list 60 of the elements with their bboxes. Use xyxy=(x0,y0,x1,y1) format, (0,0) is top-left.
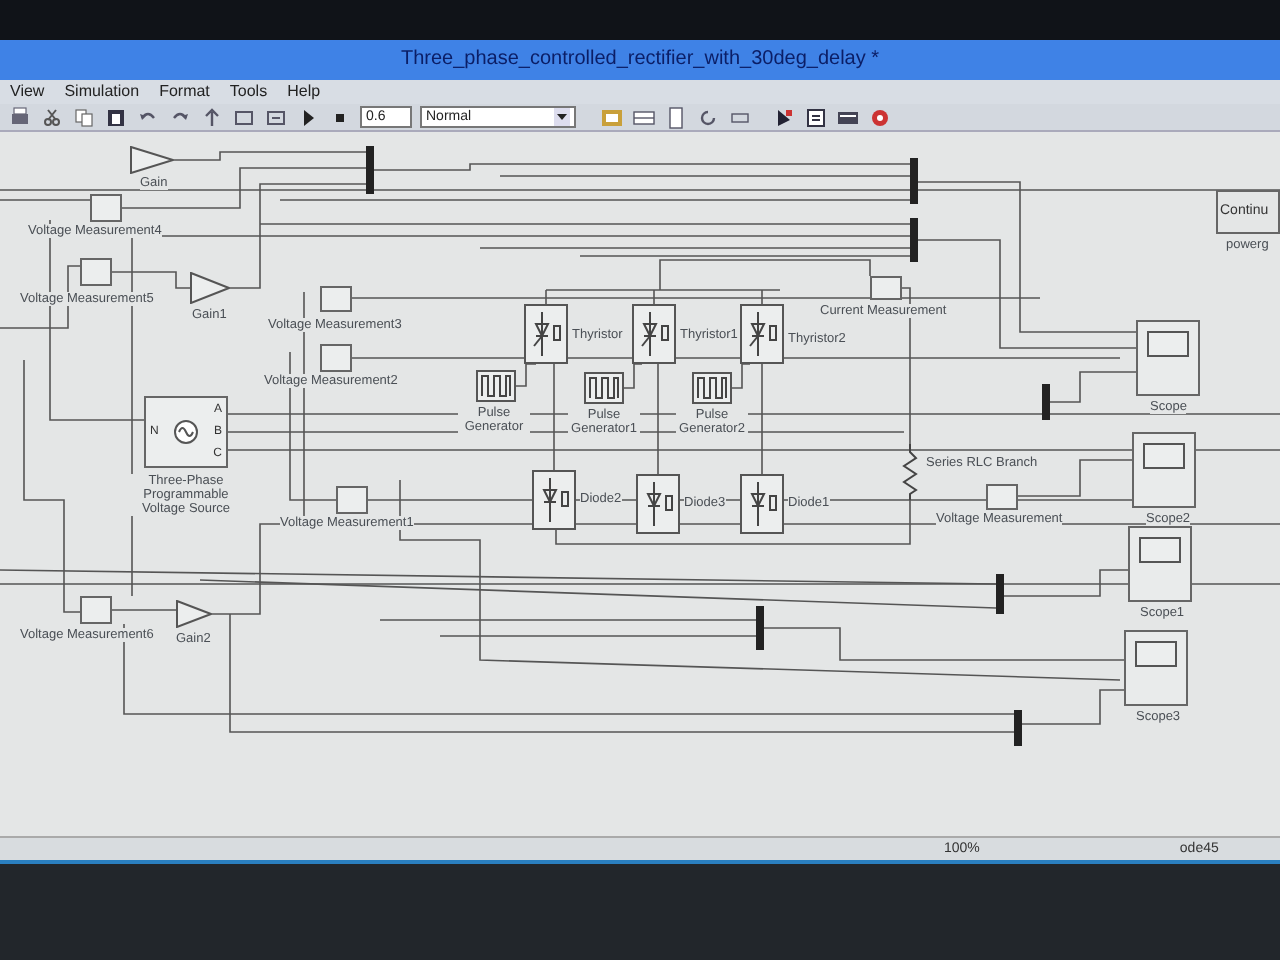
printer-icon[interactable] xyxy=(8,105,32,129)
pulse-generator-block xyxy=(476,370,516,402)
measurement-block xyxy=(320,286,352,312)
diode-block xyxy=(636,474,680,534)
menu-item[interactable]: Simulation xyxy=(54,80,150,104)
measurement-block xyxy=(870,276,902,300)
measurement-block xyxy=(80,596,112,624)
diode-block xyxy=(532,470,576,530)
library-icon[interactable] xyxy=(232,105,256,129)
explorer-icon[interactable] xyxy=(804,105,828,129)
thyristor-block xyxy=(524,304,568,364)
mux-block xyxy=(366,146,374,194)
thyristor-block xyxy=(632,304,676,364)
signal-line xyxy=(111,609,177,611)
scope-block xyxy=(1132,432,1196,508)
gain-block xyxy=(190,272,230,304)
measurement-block xyxy=(90,194,122,222)
signal-line xyxy=(515,363,537,387)
sine-source-icon xyxy=(174,420,198,444)
resistor-block xyxy=(902,444,918,500)
mux-block xyxy=(996,574,1004,614)
menu-item[interactable]: Format xyxy=(149,80,220,104)
mux-block xyxy=(1042,384,1050,420)
menu-item[interactable]: Help xyxy=(277,80,331,104)
scope-block xyxy=(1128,526,1192,602)
gain-block xyxy=(176,600,212,628)
mux-block xyxy=(910,218,918,262)
refresh-icon[interactable] xyxy=(696,105,720,129)
thyristor-block xyxy=(740,304,784,364)
pulse-generator-block xyxy=(692,372,732,404)
target-icon[interactable] xyxy=(868,105,892,129)
signal-line xyxy=(1049,371,1137,403)
caret-icon xyxy=(554,108,570,126)
table-icon[interactable] xyxy=(632,105,656,129)
mux-block xyxy=(756,606,764,650)
measurement-block xyxy=(986,484,1018,510)
pointer-icon[interactable] xyxy=(772,105,796,129)
window-title: Three_phase_controlled_rectifier_with_30deg_delay * xyxy=(400,48,880,70)
clipboard-icon[interactable] xyxy=(104,105,128,129)
signal-line xyxy=(623,363,643,389)
pulse-generator-block xyxy=(584,372,624,404)
document-icon[interactable] xyxy=(664,105,688,129)
gain-block xyxy=(130,146,174,174)
signal-line xyxy=(0,199,91,201)
signal-line xyxy=(731,363,751,389)
scope-block xyxy=(1124,630,1188,706)
mux-block xyxy=(910,158,918,204)
menu-item[interactable]: Tools xyxy=(219,80,278,104)
model-icon[interactable] xyxy=(264,105,288,129)
mux-block xyxy=(1014,710,1022,746)
copy-icon[interactable] xyxy=(72,105,96,129)
measurement-block xyxy=(80,258,112,286)
scope-block xyxy=(1136,320,1200,396)
measurement-block xyxy=(320,344,352,372)
measurement-block xyxy=(336,486,368,514)
scissors-icon[interactable] xyxy=(40,105,64,129)
arrow-up-icon[interactable] xyxy=(200,105,224,129)
menu-item[interactable]: View xyxy=(0,80,55,104)
signal-line xyxy=(1021,689,1125,725)
diode-block xyxy=(740,474,784,534)
